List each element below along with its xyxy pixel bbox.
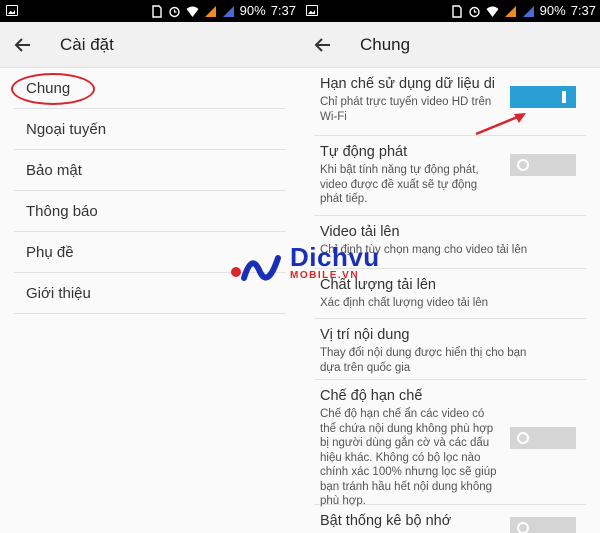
general-settings-list: Hạn chế sử dụng dữ liệu di Chỉ phát trực…: [314, 68, 586, 533]
menu-item-offline[interactable]: Ngoại tuyến: [14, 109, 286, 150]
setting-title: Chế độ hạn chế: [320, 388, 423, 404]
toggle-knob: [517, 522, 529, 533]
autoplay-toggle[interactable]: [510, 154, 576, 176]
clock: 7:37: [270, 3, 296, 18]
setting-autoplay[interactable]: Tự động phát Khi bật tính năng tự động p…: [314, 136, 586, 216]
setting-restricted-mode[interactable]: Chế độ hạn chế Chế độ hạn chế ẩn các vid…: [314, 380, 586, 507]
setting-limit-mobile-data[interactable]: Hạn chế sử dụng dữ liệu di Chỉ phát trực…: [314, 68, 586, 136]
signal-icon: [504, 5, 516, 17]
menu-item-general[interactable]: Chung: [14, 68, 286, 109]
menu-item-security[interactable]: Bảo mật: [14, 150, 286, 191]
app-bar: Cài đặt: [0, 22, 300, 68]
status-bar: 90% 7:37: [0, 0, 300, 22]
toggle-knob: [517, 432, 529, 444]
setting-description: Thay đổi nội dung được hiển thị cho bạn …: [320, 347, 527, 374]
back-arrow-icon[interactable]: [312, 34, 334, 56]
setting-memory-stats[interactable]: Bật thống kê bộ nhớ: [314, 505, 586, 533]
back-arrow-icon[interactable]: [12, 34, 34, 56]
battery-level: 90%: [239, 3, 266, 18]
setting-description: Chỉ định tùy chọn mạng cho video tải lên: [320, 244, 528, 256]
app-bar: Chung: [300, 22, 600, 68]
setting-upload-quality[interactable]: Chất lượng tải lên Xác định chất lượng v…: [314, 269, 586, 319]
page-title: Cài đặt: [60, 35, 114, 54]
gallery-notification-icon: [306, 5, 318, 16]
general-settings-screen: 90% 7:37 Chung Hạn chế sử dụng dữ liệu d…: [300, 0, 600, 533]
sim-icon: [151, 4, 162, 18]
limit-mobile-data-toggle[interactable]: [510, 86, 576, 108]
status-bar: 90% 7:37: [300, 0, 600, 22]
restricted-mode-toggle[interactable]: [510, 427, 576, 449]
page-title: Chung: [360, 35, 411, 54]
settings-screen: 90% 7:37 Cài đặt Chung Ngoại tuyến Bảo m…: [0, 0, 300, 533]
setting-title: Chất lượng tải lên: [320, 277, 436, 293]
signal-icon-2: [522, 5, 534, 17]
menu-item-notifications[interactable]: Thông báo: [14, 191, 286, 232]
clock: 7:37: [570, 3, 596, 18]
menu-item-about[interactable]: Giới thiệu: [14, 273, 286, 314]
setting-upload-network[interactable]: Video tải lên Chỉ định tùy chọn mạng cho…: [314, 216, 586, 269]
setting-description: Xác định chất lượng video tải lên: [320, 297, 489, 309]
battery-level: 90%: [539, 3, 566, 18]
setting-title: Video tải lên: [320, 224, 400, 240]
wifi-icon: [186, 6, 199, 17]
setting-description: Chỉ phát trực tuyến video HD trên Wi-Fi: [320, 96, 492, 123]
setting-description: Chế độ hạn chế ẩn các video có thể chứa …: [320, 408, 497, 507]
setting-content-location[interactable]: Vị trí nội dung Thay đổi nội dung được h…: [314, 319, 586, 380]
menu-item-subtitles[interactable]: Phụ đề: [14, 232, 286, 273]
wifi-icon: [486, 6, 499, 17]
signal-icon: [204, 5, 216, 17]
settings-menu: Chung Ngoại tuyến Bảo mật Thông báo Phụ …: [14, 68, 286, 314]
signal-icon-2: [222, 5, 234, 17]
alarm-icon: [468, 6, 480, 17]
toggle-knob: [562, 91, 566, 103]
setting-description: Khi bật tính năng tự động phát, video đư…: [320, 164, 479, 205]
setting-title: Vị trí nội dung: [320, 327, 410, 343]
toggle-knob: [517, 159, 529, 171]
alarm-icon: [168, 6, 180, 17]
memory-stats-toggle[interactable]: [510, 517, 576, 533]
sim-icon: [451, 4, 462, 18]
gallery-notification-icon: [6, 5, 18, 16]
